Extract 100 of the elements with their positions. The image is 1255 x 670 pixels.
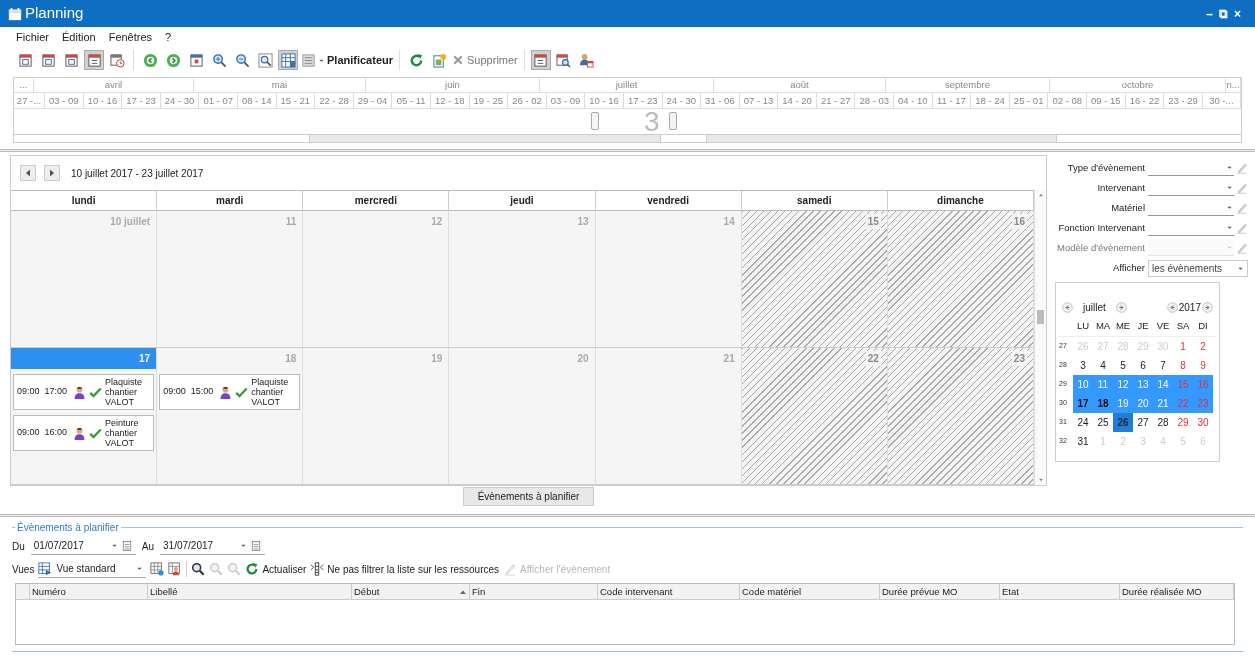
- calendar-day[interactable]: 29: [1173, 413, 1193, 432]
- timeline-scrollbar[interactable]: [14, 134, 1241, 142]
- day-cell[interactable]: 22: [741, 348, 888, 484]
- column-header[interactable]: Durée prévue MO: [880, 584, 1000, 599]
- end-date-field[interactable]: 31/07/2017: [160, 537, 266, 555]
- timeline-week[interactable]: 10 - 16: [585, 93, 624, 108]
- column-header[interactable]: Libellé: [148, 584, 352, 599]
- timeline-week[interactable]: 18 - 24: [971, 93, 1010, 108]
- calendar-day[interactable]: 30: [1193, 413, 1213, 432]
- window-control-button[interactable]: ×: [1234, 7, 1241, 20]
- day-cell[interactable]: 12: [303, 211, 450, 347]
- calendar-day[interactable]: 4: [1093, 356, 1113, 375]
- timeline-week[interactable]: 02 - 08: [1048, 93, 1088, 108]
- timeline-week[interactable]: 30 -...: [1202, 93, 1241, 108]
- timeline-week[interactable]: 04 - 10: [894, 93, 933, 108]
- day-cell[interactable]: 11: [157, 211, 304, 347]
- window-control-button[interactable]: –: [1206, 7, 1213, 20]
- event-card[interactable]: 09:00 17:00 Plaquiste chantier VALOT: [13, 374, 155, 410]
- planner-dropdown-button[interactable]: Planificateur: [301, 50, 394, 70]
- timeline-week[interactable]: 10 - 16: [83, 93, 123, 108]
- next-year-button[interactable]: [1202, 301, 1213, 313]
- menu-item[interactable]: Fichier: [16, 28, 49, 46]
- timeline-week[interactable]: 27 -...: [14, 93, 45, 108]
- calendar-day[interactable]: 7: [1153, 356, 1173, 375]
- calendar-day[interactable]: 13: [1133, 375, 1153, 394]
- calendar-day[interactable]: 12: [1113, 375, 1133, 394]
- column-header[interactable]: Fin: [470, 584, 598, 599]
- next-month-button[interactable]: [1115, 301, 1127, 313]
- timeline-week[interactable]: 31 - 06: [701, 93, 740, 108]
- range-handle[interactable]: [669, 112, 677, 130]
- timeline-week[interactable]: 12 - 18: [430, 93, 470, 108]
- calendar-day[interactable]: 19: [1113, 394, 1133, 413]
- day-cell[interactable]: 13: [449, 211, 596, 347]
- timeline-week[interactable]: 25 - 01: [1009, 93, 1049, 108]
- event-card[interactable]: 09:00 16:00 Peinture chantier VALOT: [13, 415, 155, 451]
- timeline-week[interactable]: 16 - 22: [1125, 93, 1165, 108]
- menu-item[interactable]: Édition: [62, 28, 96, 46]
- timeline-week[interactable]: 24 - 30: [160, 93, 200, 108]
- calendar-day[interactable]: 31: [1073, 432, 1093, 451]
- view-dropdown[interactable]: Vue standard: [38, 560, 147, 578]
- calendar-day[interactable]: 27: [1133, 413, 1153, 432]
- menu-item[interactable]: ?: [165, 28, 172, 46]
- toolbar-text-button[interactable]: Actualiser: [245, 560, 307, 578]
- day-cell[interactable]: 19: [303, 348, 450, 484]
- column-header[interactable]: Début: [352, 584, 470, 599]
- timeline-week[interactable]: 14 - 20: [778, 93, 817, 108]
- timeline-week[interactable]: 11 - 17: [932, 93, 972, 108]
- timeline-week[interactable]: 24 - 30: [662, 93, 702, 108]
- unplanned-events-button[interactable]: Évènements à planifier: [462, 487, 595, 506]
- timeline-week[interactable]: 07 - 13: [739, 93, 779, 108]
- calendar-day[interactable]: 18: [1093, 394, 1113, 413]
- calendar-day[interactable]: 9: [1193, 356, 1213, 375]
- calendar-day[interactable]: 20: [1133, 394, 1153, 413]
- timeline-week[interactable]: 19 - 25: [469, 93, 509, 108]
- toolbar-text-button[interactable]: Ne pas filtrer la liste sur les ressources: [310, 560, 500, 578]
- timeline-week[interactable]: 03 - 09: [45, 93, 84, 108]
- day-cell[interactable]: 17 09:00 17:00 Plaquiste chantier VALOT 09:00 16:00 Peinture chantier VALOT: [11, 348, 158, 484]
- calendar-day[interactable]: 25: [1093, 413, 1113, 432]
- calendar-day[interactable]: 17: [1073, 394, 1093, 413]
- timeline-week[interactable]: 28 - 03: [855, 93, 895, 108]
- day-cell[interactable]: 14: [595, 211, 742, 347]
- previous-week-button[interactable]: [19, 165, 37, 181]
- calendar-day[interactable]: 24: [1073, 413, 1093, 432]
- calendar-day[interactable]: 28: [1153, 413, 1173, 432]
- timeline-week[interactable]: 01 - 07: [199, 93, 238, 108]
- timeline-week[interactable]: 22 - 28: [315, 93, 354, 108]
- timeline-week[interactable]: 15 - 21: [276, 93, 316, 108]
- column-header[interactable]: Etat: [1000, 584, 1120, 599]
- day-cell[interactable]: 18 09:00 15:00 Plaquiste chantier VALOT: [157, 348, 304, 484]
- calendar-day[interactable]: 5: [1113, 356, 1133, 375]
- timeline-week[interactable]: 03 - 09: [546, 93, 586, 108]
- timeline-week[interactable]: 17 - 23: [122, 93, 161, 108]
- calendar-scrollbar[interactable]: [1034, 190, 1046, 485]
- timeline-week[interactable]: 09 - 15: [1087, 93, 1126, 108]
- calendar-day[interactable]: 3: [1073, 356, 1093, 375]
- calendar-day[interactable]: 21: [1153, 394, 1173, 413]
- toolbar-button[interactable]: [191, 560, 206, 578]
- timeline-week[interactable]: 21 - 27: [816, 93, 856, 108]
- day-cell[interactable]: 23: [887, 348, 1034, 484]
- day-cell[interactable]: 15: [741, 211, 888, 347]
- previous-year-button[interactable]: [1166, 301, 1178, 313]
- day-cell[interactable]: 16: [887, 211, 1034, 347]
- timeline-week[interactable]: 05 - 11: [392, 93, 431, 108]
- day-cell[interactable]: 10 juillet: [11, 211, 158, 347]
- calendar-day[interactable]: 26: [1113, 413, 1133, 432]
- window-control-button[interactable]: ⧉: [1219, 7, 1228, 20]
- calendar-day[interactable]: 11: [1093, 375, 1113, 394]
- previous-month-button[interactable]: [1062, 301, 1073, 313]
- calendar-day[interactable]: 8: [1173, 356, 1193, 375]
- timeline-week[interactable]: 29 - 04: [353, 93, 393, 108]
- next-week-button[interactable]: [43, 165, 61, 181]
- timeline-week[interactable]: 23 - 29: [1164, 93, 1203, 108]
- timeline-week[interactable]: 17 - 23: [623, 93, 663, 108]
- start-date-field[interactable]: 01/07/2017: [30, 537, 136, 555]
- range-handle[interactable]: [591, 112, 599, 130]
- calendar-day[interactable]: 1: [1173, 337, 1193, 356]
- column-header[interactable]: Numéro: [30, 584, 148, 599]
- day-cell[interactable]: 20: [449, 348, 596, 484]
- calendar-day[interactable]: 14: [1153, 375, 1173, 394]
- display-dropdown[interactable]: les évènements: [1148, 259, 1248, 277]
